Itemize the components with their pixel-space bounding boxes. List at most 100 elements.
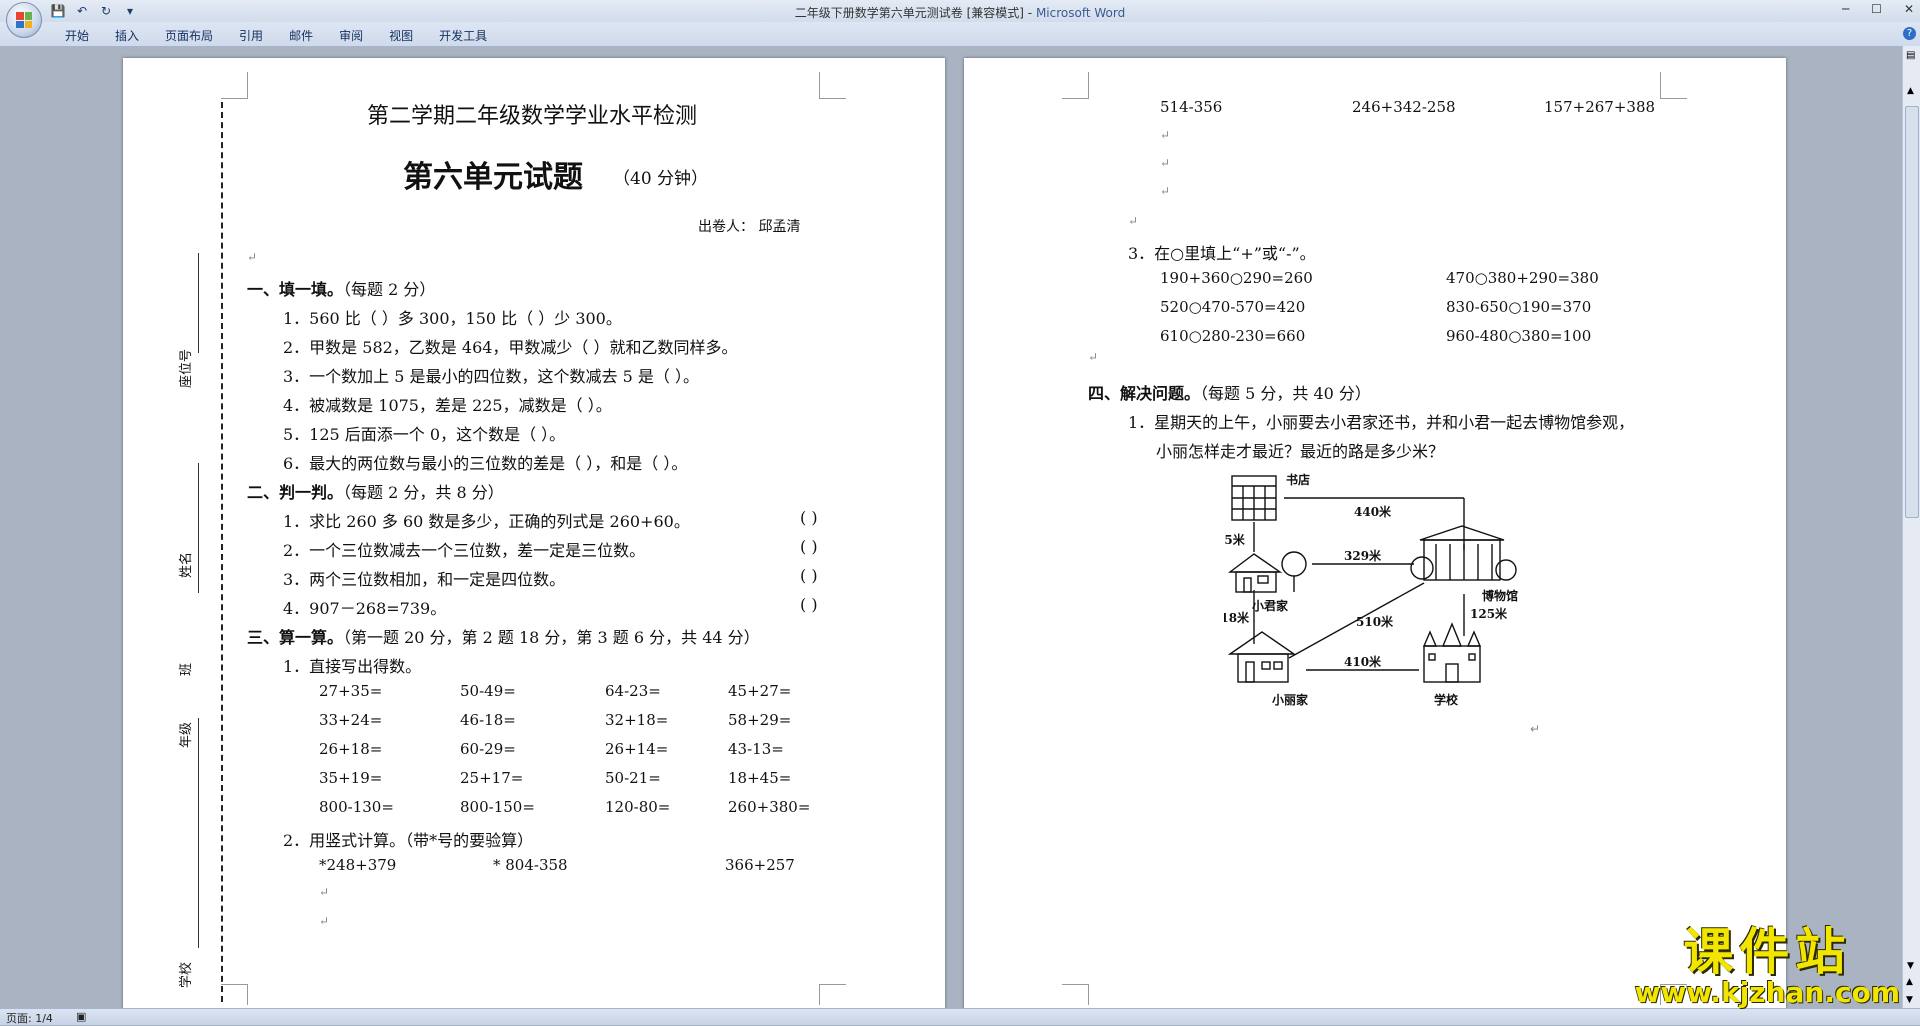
vertical-calc-item: 157+267+388 [1544,98,1656,116]
binding-field-label: 学校 [179,961,194,988]
problem-1-line-1: 1．星期天的上午，小丽要去小君家还书，并和小君一起去博物馆参观， [1128,413,1635,432]
calc-item: 120-80= [605,798,671,816]
paragraph-mark: ↵ [247,250,258,264]
paragraph-mark: ↵ [1160,128,1171,142]
bookstore-icon [1231,475,1277,521]
scroll-up-icon[interactable]: ▲ [1907,86,1914,96]
judge-item: 4．907－268=739。 [283,599,447,618]
fill-symbol-item: 470○380+290=380 [1446,269,1599,287]
dist-bookstore-xiaojun: 75米 [1224,532,1246,547]
ribbon-tab[interactable]: 开发工具 [426,27,500,44]
paragraph-mark: ↵ [1160,184,1171,198]
ribbon: 开始 插入 页面布局 引用 邮件 审阅 视图 开发工具 ? [0,22,1920,47]
question-item: 2．甲数是 582，乙数是 464，甲数减少（ ）就和乙数同样多。 [283,338,738,357]
paragraph-mark: ↵ [1160,156,1171,170]
document-page-1: 座位号 姓名班年级 学校 第二学期二年级数学学业水平检测 第六单元试题 （40 分钟… [123,58,945,1010]
window-title: 二年级下册数学第六单元测试卷 [兼容模式] - Microsoft Word [794,6,1126,20]
exam-duration: （40 分钟） [613,169,709,189]
section4-heading: 四、解决问题。（每题 5 分，共 40 分） [1088,384,1371,403]
binding-field-line [198,253,199,353]
vertical-calc-item: * 804-358 [493,856,568,874]
office-logo-icon [16,12,32,28]
paragraph-mark: ↵ [319,885,330,899]
school-icon [1422,622,1482,683]
page-indicator[interactable]: 页面: 1/4 [6,1010,53,1026]
watermark-url: www.kjzhan.com [1634,976,1900,1009]
next-page-icon[interactable]: ▼ [1906,995,1913,1005]
fill-symbol-item: 190+360○290=260 [1160,269,1313,287]
label-xiaojun-home: 小君家 [1252,598,1289,613]
section1-heading: 一、填一填。（每题 2 分） [247,280,436,299]
judge-item: 3．两个三位数相加，和一定是四位数。 [283,570,566,589]
calc-item: 64-23= [605,682,661,700]
vertical-calc-item: 366+257 [725,856,795,874]
paragraph-mark: ↵ [319,914,330,928]
label-school: 学校 [1434,692,1459,707]
binding-field-label: 年级 [179,721,194,748]
dist-xiaojun-museum: 329米 [1344,548,1382,563]
calc-item: 43-13= [728,740,784,758]
ruler-toggle-icon[interactable]: ▤ [1906,50,1915,61]
ribbon-tab[interactable]: 页面布局 [152,27,226,44]
ribbon-tab[interactable]: 插入 [102,27,152,44]
calc-item: 60-29= [460,740,516,758]
scroll-down-icon[interactable]: ▼ [1907,961,1914,971]
calc-item: 46-18= [460,711,516,729]
binding-field-label: 班 [179,662,194,676]
ribbon-tab[interactable]: 开始 [52,27,102,44]
subquestion-3: 3．在○里填上“+”或“-”。 [1128,244,1316,263]
ribbon-tab[interactable]: 视图 [376,27,426,44]
label-museum: 博物馆 [1482,588,1518,603]
judge-item: 2．一个三位数减去一个三位数，差一定是三位数。 [283,541,646,560]
minimize-icon[interactable]: ─ [1842,2,1849,16]
dist-museum-school: 125米 [1470,606,1508,621]
title-bar: 💾 ↶ ↻ ▾ 二年级下册数学第六单元测试卷 [兼容模式] - Microsof… [0,0,1920,22]
binding-field-line [198,828,199,948]
fill-symbol-item: 830-650○190=370 [1446,298,1592,316]
vertical-calc-item: 514-356 [1160,98,1223,116]
question-item: 6．最大的两位数与最小的三位数的差是（ ），和是（ ）。 [283,454,688,473]
binding-field-label: 姓名 [179,551,194,578]
calc-item: 26+18= [319,740,383,758]
question-item: 4．被减数是 1075，差是 225，减数是（ ）。 [283,396,612,415]
calc-item: 35+19= [319,769,383,787]
exam-heading: 第二学期二年级数学学业水平检测 [367,104,698,129]
ribbon-tab[interactable]: 邮件 [276,27,326,44]
close-icon[interactable]: ✕ [1904,2,1914,16]
calc-item: 45+27= [728,682,792,700]
ribbon-tab[interactable]: 审阅 [326,27,376,44]
maximize-icon[interactable]: ☐ [1871,2,1882,16]
window-controls: ─ ☐ ✕ [1842,2,1914,16]
office-button[interactable] [6,2,42,38]
calc-item: 25+17= [460,769,524,787]
question-item: 1．560 比（ ）多 300，150 比（ ）少 300。 [283,309,622,328]
status-bar: 页面: 1/4 ▣ [0,1008,1920,1025]
exam-title: 第六单元试题 [403,160,583,195]
judge-item: 1．求比 260 多 60 数是多少，正确的列式是 260+60。 [283,512,690,531]
ribbon-tab[interactable]: 引用 [226,27,276,44]
xiaoli-house-icon [1227,631,1297,683]
calc-item: 33+24= [319,711,383,729]
previous-page-icon[interactable]: ▲ [1906,977,1913,987]
macro-record-icon[interactable]: ▣ [76,1010,86,1023]
fill-symbol-item: 960-480○380=100 [1446,327,1592,345]
problem-1-line-2: 小丽怎样走才最近？最近的路是多少米？ [1156,442,1445,461]
dist-xiaojun-xiaoli: 218米 [1224,610,1250,625]
vertical-scrollbar[interactable]: ▤ ▲ ▼ ▲ ▼ [1902,46,1920,1009]
help-icon[interactable]: ? [1903,27,1916,40]
route-map: 书店 小君家 博物馆 小丽家 学校 440米 75米 329米 218米 510… [1224,472,1518,707]
answer-paren: ( ) [800,595,818,614]
subquestion-2: 2．用竖式计算。（带*号的要验算） [283,831,534,850]
dist-bookstore-museum: 440米 [1354,504,1392,519]
calc-item: 260+380= [728,798,811,816]
calc-item: 50-49= [460,682,516,700]
scrollbar-thumb[interactable] [1905,106,1919,518]
calc-item: 26+14= [605,740,669,758]
calc-item: 800-130= [319,798,394,816]
label-bookstore: 书店 [1286,472,1310,487]
question-item: 5．125 后面添一个 0，这个数是（ ）。 [283,425,566,444]
answer-paren: ( ) [800,566,818,585]
binding-line [221,102,223,1002]
calc-item: 32+18= [605,711,669,729]
section2-heading: 二、判一判。（每题 2 分，共 8 分） [247,483,504,502]
